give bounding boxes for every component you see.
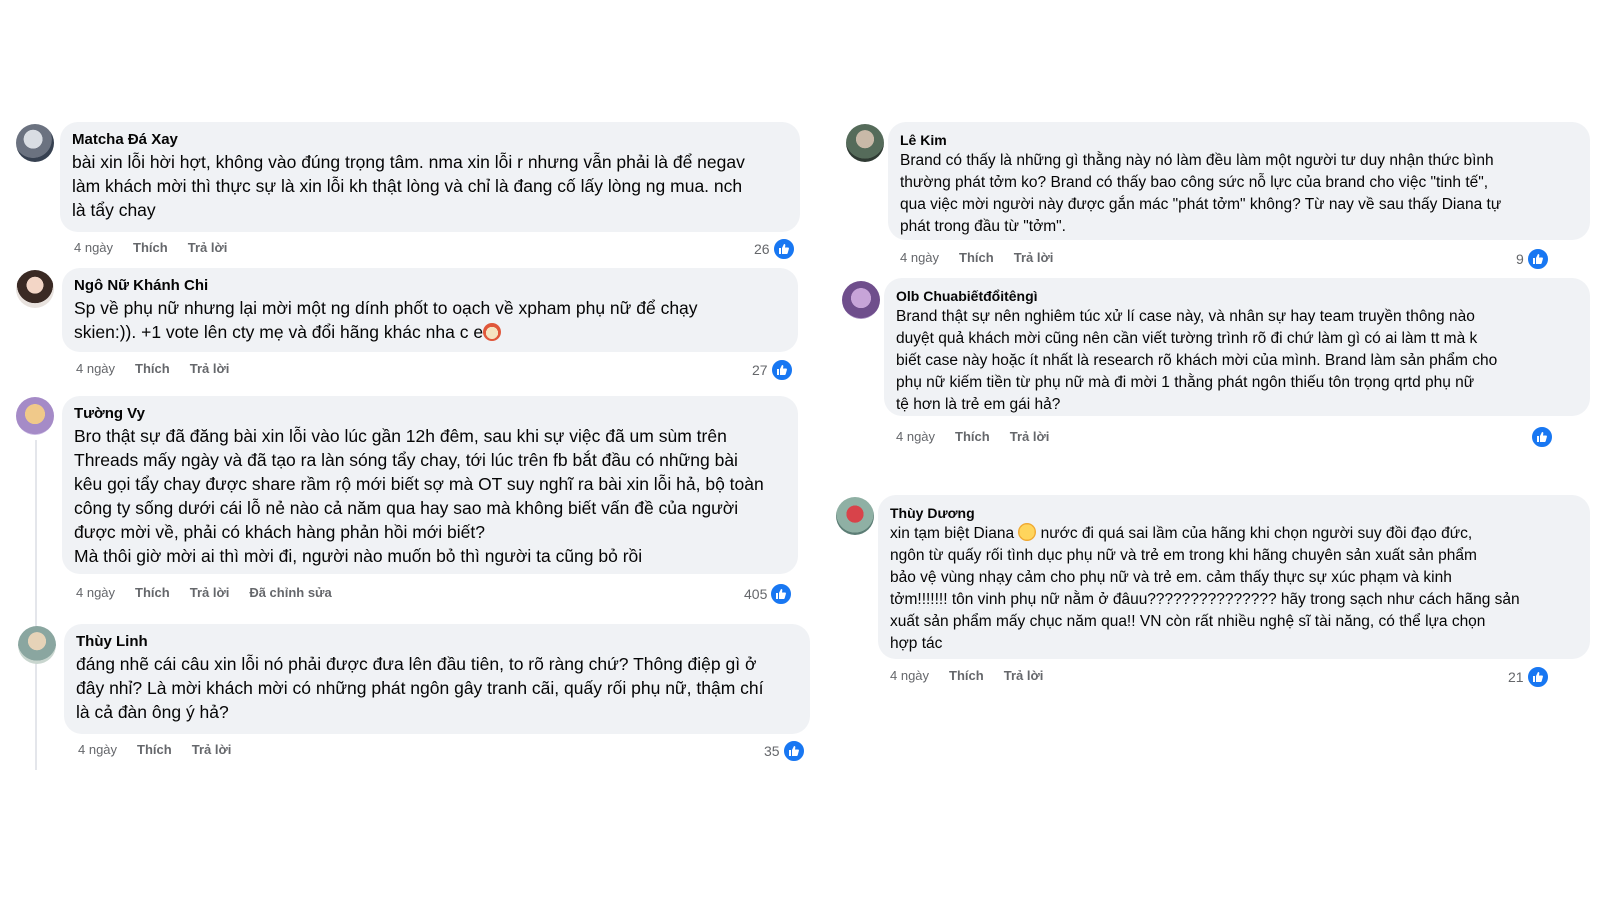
comment-age[interactable]: 4 ngày <box>890 668 929 683</box>
edited-label: Đã chỉnh sửa <box>249 585 332 600</box>
smiling-face-icon <box>1018 523 1037 541</box>
reaction-count-value: 35 <box>764 743 780 759</box>
comment-bubble: Lê Kim Brand có thấy là những gì thằng n… <box>888 122 1590 240</box>
reply-action[interactable]: Trả lời <box>1004 668 1044 683</box>
reply-action[interactable]: Trả lời <box>188 240 228 255</box>
comment-text: đáng nhẽ cái câu xin lỗi nó phải được đư… <box>76 654 764 722</box>
comment-author[interactable]: Ngô Nữ Khánh Chi <box>74 276 786 296</box>
comment-text: bài xin lỗi hời hợt, không vào đúng trọn… <box>72 152 745 220</box>
comment-author[interactable]: Lê Kim <box>900 130 1578 150</box>
comment-age[interactable]: 4 ngày <box>76 585 115 600</box>
comment-actions: 4 ngày Thích Trả lời Đã chỉnh sửa <box>76 585 332 600</box>
comment-bubble: Ngô Nữ Khánh Chi Sp về phụ nữ nhưng lại … <box>62 268 798 352</box>
comment-age[interactable]: 4 ngày <box>76 361 115 376</box>
reaction-count[interactable]: 21 <box>1508 665 1550 689</box>
like-thumb-icon <box>769 582 794 606</box>
reaction-count[interactable]: 27 <box>752 358 794 382</box>
reply-action[interactable]: Trả lời <box>190 585 230 600</box>
reply-action[interactable]: Trả lời <box>1014 250 1054 265</box>
comment-bubble: Matcha Đá Xay bài xin lỗi hời hợt, không… <box>60 122 800 232</box>
reaction-count[interactable]: 26 <box>754 237 796 261</box>
reaction-count-value: 9 <box>1516 251 1524 267</box>
like-action[interactable]: Thích <box>135 585 170 600</box>
thread-line <box>35 440 37 770</box>
comment-text-start: xin tạm biệt Diana <box>890 525 1015 542</box>
comment-actions: 4 ngày Thích Trả lời <box>74 240 227 255</box>
clown-face-icon <box>483 323 502 341</box>
avatar[interactable] <box>16 397 54 435</box>
avatar[interactable] <box>16 124 54 162</box>
like-action[interactable]: Thích <box>959 250 994 265</box>
avatar[interactable] <box>846 124 884 162</box>
comment-actions: 4 ngày Thích Trả lời <box>78 742 231 757</box>
like-thumb-icon <box>1525 247 1550 271</box>
comment-bubble: Olb Chuabiếtđổitêngì Brand thật sự nên n… <box>884 278 1590 416</box>
comment-author[interactable]: Thùy Dương <box>890 503 1578 523</box>
comment-text-rest: nước đi quá sai lầm của hãng khi chọn ng… <box>890 525 1520 652</box>
reaction-count-value: 405 <box>744 586 768 602</box>
reaction-count[interactable]: 405 <box>744 582 794 606</box>
comment-text: Brand thật sự nên nghiêm túc xử lí case … <box>896 308 1498 413</box>
comment-text-content: Sp về phụ nữ nhưng lại mời một ng dính p… <box>74 298 698 342</box>
like-action[interactable]: Thích <box>135 361 170 376</box>
comment-text: Sp về phụ nữ nhưng lại mời một ng dính p… <box>74 296 786 344</box>
like-thumb-icon <box>781 739 806 763</box>
comment-actions: 4 ngày Thích Trả lời <box>890 668 1043 683</box>
comment-text: Bro thật sự đã đăng bài xin lỗi vào lúc … <box>74 426 764 566</box>
comment-author[interactable]: Tường Vy <box>74 404 786 424</box>
reaction-count-value: 21 <box>1508 669 1524 685</box>
comment-age[interactable]: 4 ngày <box>900 250 939 265</box>
comment-author[interactable]: Thùy Linh <box>76 632 798 652</box>
avatar[interactable] <box>16 270 54 308</box>
reaction-count[interactable] <box>1528 425 1554 449</box>
comment-author[interactable]: Matcha Đá Xay <box>72 130 788 150</box>
comment-age[interactable]: 4 ngày <box>74 240 113 255</box>
like-thumb-icon <box>771 237 796 261</box>
like-action[interactable]: Thích <box>949 668 984 683</box>
comment-age[interactable]: 4 ngày <box>78 742 117 757</box>
reply-action[interactable]: Trả lời <box>1010 429 1050 444</box>
comment-actions: 4 ngày Thích Trả lời <box>896 429 1049 444</box>
reply-action[interactable]: Trả lời <box>190 361 230 376</box>
like-action[interactable]: Thích <box>133 240 168 255</box>
reaction-count[interactable]: 35 <box>764 739 806 763</box>
avatar[interactable] <box>836 497 874 535</box>
reaction-count-value: 27 <box>752 362 768 378</box>
reply-action[interactable]: Trả lời <box>192 742 232 757</box>
like-thumb-icon <box>1530 425 1554 449</box>
comment-actions: 4 ngày Thích Trả lời <box>900 250 1053 265</box>
comment-bubble: Thùy Dương xin tạm biệt Diana nước đi qu… <box>878 495 1590 659</box>
comment-bubble: Thùy Linh đáng nhẽ cái câu xin lỗi nó ph… <box>64 624 810 734</box>
reaction-count-value: 26 <box>754 241 770 257</box>
like-thumb-icon <box>1525 665 1550 689</box>
reaction-count[interactable]: 9 <box>1516 247 1550 271</box>
like-action[interactable]: Thích <box>955 429 990 444</box>
comment-text: xin tạm biệt Diana nước đi quá sai lầm c… <box>890 523 1578 655</box>
like-action[interactable]: Thích <box>137 742 172 757</box>
comment-actions: 4 ngày Thích Trả lời <box>76 361 229 376</box>
comment-age[interactable]: 4 ngày <box>896 429 935 444</box>
comment-bubble: Tường Vy Bro thật sự đã đăng bài xin lỗi… <box>62 396 798 574</box>
comment-author[interactable]: Olb Chuabiếtđổitêngì <box>896 286 1578 306</box>
comment-text: Brand có thấy là những gì thằng này nó l… <box>900 152 1502 235</box>
avatar[interactable] <box>842 281 880 319</box>
like-thumb-icon <box>769 358 794 382</box>
avatar[interactable] <box>18 626 56 664</box>
